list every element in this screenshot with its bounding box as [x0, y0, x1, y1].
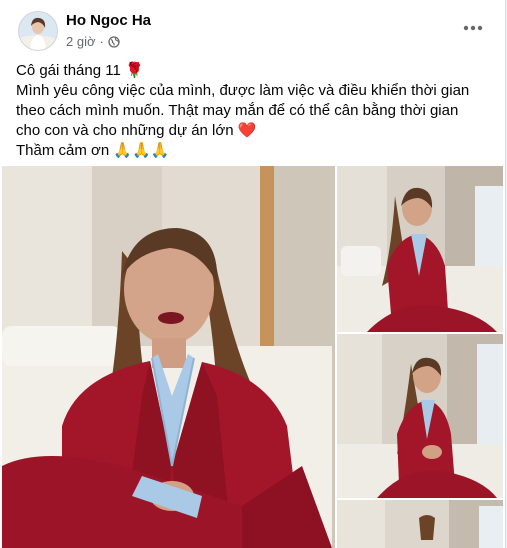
post-time[interactable]: 2 giờ	[66, 34, 96, 49]
photo-thumbnail-2[interactable]	[337, 334, 503, 498]
post-line: Mình yêu công việc của mình, được làm vi…	[16, 82, 470, 139]
post-line: Cô gái tháng 11 🌹	[16, 62, 144, 79]
photo-thumbnail-1[interactable]	[337, 166, 503, 332]
author-avatar[interactable]	[18, 11, 58, 51]
photo-grid	[0, 166, 505, 548]
globe-icon[interactable]	[108, 35, 120, 48]
facebook-post: Ho Ngoc Ha 2 giờ · Cô gái tháng 11 🌹 Mìn…	[0, 0, 506, 548]
post-line: Thầm cảm ơn 🙏🙏🙏	[16, 142, 170, 159]
photo-thumbnail-3[interactable]	[337, 500, 503, 548]
more-horizontal-icon	[463, 25, 483, 31]
meta-separator: ·	[99, 34, 104, 49]
more-options-button[interactable]	[459, 14, 487, 42]
post-meta: 2 giờ ·	[66, 34, 120, 49]
post-header: Ho Ngoc Ha 2 giờ ·	[0, 0, 505, 56]
post-text: Cô gái tháng 11 🌹 Mình yêu công việc của…	[16, 61, 486, 161]
photo-main[interactable]	[2, 166, 335, 548]
author-name[interactable]: Ho Ngoc Ha	[66, 12, 151, 29]
